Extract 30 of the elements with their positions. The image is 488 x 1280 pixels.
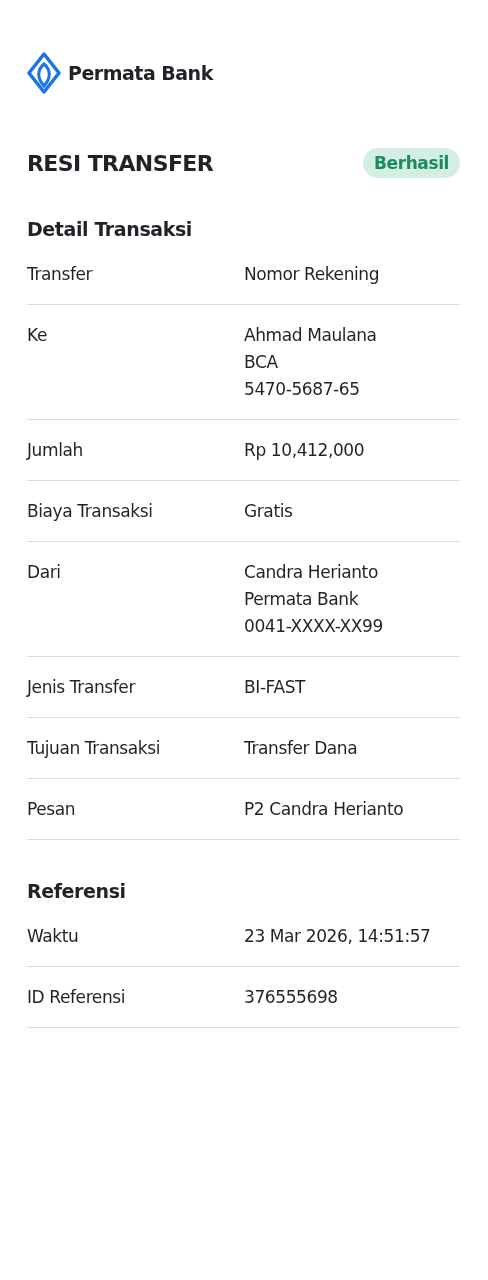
row-value: P2 Candra Herianto: [244, 798, 404, 821]
row-label: Dari: [27, 561, 62, 584]
row-value: BCA: [244, 351, 279, 374]
row-label: Pesan: [27, 798, 77, 821]
status-badge: Berhasil: [362, 148, 460, 178]
row-label: ID Referensi: [27, 986, 127, 1009]
brand-name: Permata Bank: [68, 62, 213, 84]
row-label: Jumlah: [27, 439, 84, 462]
row-value: Transfer Dana: [244, 737, 358, 760]
section-title: Referensi: [27, 880, 127, 902]
row-value: 23 Mar 2026, 14:51:57: [244, 925, 431, 948]
row-value: 0041-XXXX-XX99: [244, 615, 383, 638]
section-title: Detail Transaksi: [27, 218, 193, 240]
row-value: Gratis: [244, 500, 293, 523]
receipt-title: RESI TRANSFER: [27, 150, 214, 176]
row-value: Ahmad Maulana: [244, 324, 377, 347]
row-value: Permata Bank: [244, 588, 360, 611]
row-value: Candra Herianto: [244, 561, 379, 584]
row-label: Jenis Transfer: [27, 676, 137, 699]
row-label: Ke: [27, 324, 48, 347]
row-value: 5470-5687-65: [244, 378, 361, 401]
row-label: Tujuan Transaksi: [27, 737, 162, 760]
row-label: Transfer: [27, 263, 94, 286]
row-value: 376555698: [244, 986, 338, 1009]
logo-icon: [27, 52, 61, 94]
row-value: Nomor Rekening: [244, 263, 380, 286]
row-label: Waktu: [27, 925, 80, 948]
row-value: BI-FAST: [244, 676, 306, 699]
row-label: Biaya Transaksi: [27, 500, 154, 523]
row-value: Rp 10,412,000: [244, 439, 365, 462]
